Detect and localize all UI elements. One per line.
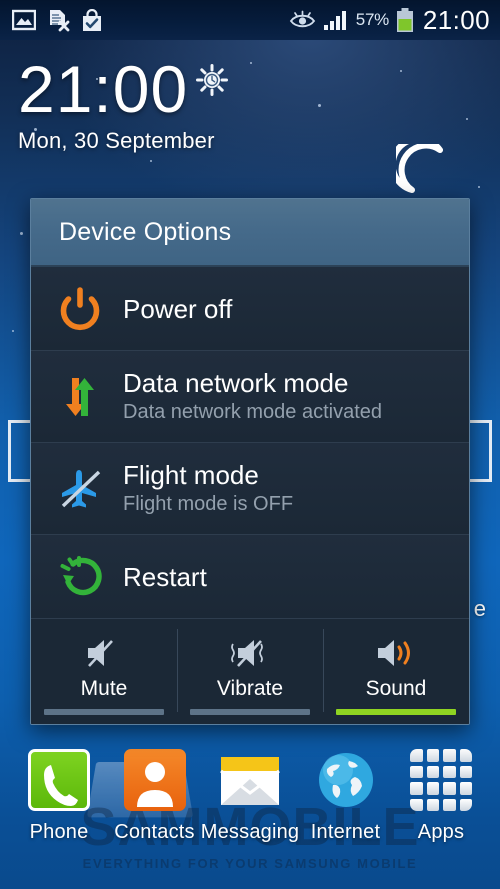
- status-bar-system-icons: 57% 21:00: [289, 5, 500, 36]
- sound-mode-vibrate[interactable]: Vibrate: [177, 619, 323, 724]
- option-title: Restart: [123, 561, 207, 592]
- option-icon-wrap: [59, 555, 121, 599]
- dock-label: Messaging: [200, 821, 300, 843]
- signal-bars-icon: [323, 10, 346, 30]
- star-decoration: [318, 104, 321, 107]
- sun-icon: [196, 64, 229, 96]
- mode-label: Mute: [80, 677, 128, 700]
- home-dock: Phone Contacts Messaging Internet Apps: [0, 741, 500, 889]
- apps-grid-icon: [410, 749, 472, 811]
- play-store-update-icon: [83, 8, 101, 31]
- dock-item-internet[interactable]: Internet: [301, 749, 391, 844]
- option-power-off[interactable]: Power off: [31, 267, 469, 351]
- status-bar[interactable]: 57% 21:00: [0, 0, 500, 40]
- mode-icon-wrap: [84, 633, 124, 673]
- smart-stay-eye-icon: [289, 10, 315, 28]
- gallery-icon: [12, 9, 36, 31]
- option-flight-mode[interactable]: Flight mode Flight mode is OFF: [31, 443, 469, 535]
- background-text-fragment: e: [473, 596, 486, 621]
- status-bar-notification-icons: [0, 8, 103, 32]
- dialog-body: Power off Data network mode Data network…: [31, 267, 469, 724]
- clock-widget-time: 21:00: [18, 52, 189, 126]
- clock-widget-time-row: 21:00: [18, 52, 229, 126]
- restart-icon: [60, 555, 102, 595]
- dock-label: Phone: [29, 821, 89, 843]
- dialog-title: Device Options: [59, 217, 232, 246]
- dock-label: Internet: [310, 821, 381, 843]
- phone-screen: 57% 21:00 21:00 Mon, 30 September e Devi…: [0, 0, 500, 889]
- option-text: Power off: [121, 294, 232, 324]
- sound-mode-sound[interactable]: Sound: [323, 619, 469, 724]
- dock-item-contacts[interactable]: Contacts: [110, 749, 200, 844]
- mode-indicator-bar: [44, 709, 164, 715]
- clock-widget-date: Mon, 30 September: [18, 128, 215, 153]
- option-restart[interactable]: Restart: [31, 535, 469, 619]
- option-text: Flight mode Flight mode is OFF: [121, 460, 293, 517]
- speaker-mute-icon: [88, 640, 113, 667]
- battery-percent-label: 57%: [355, 10, 389, 29]
- mode-label: Vibrate: [216, 677, 284, 700]
- sound-mode-tabs: Mute Vibrate Sound: [31, 619, 469, 724]
- phone-handset-icon: [28, 749, 90, 811]
- battery-icon: [396, 8, 413, 32]
- envelope-icon: [219, 749, 281, 811]
- dock-item-messaging[interactable]: Messaging: [201, 749, 299, 844]
- speaker-vibrate-icon: [231, 640, 263, 667]
- option-subtitle: Flight mode is OFF: [123, 493, 294, 515]
- dock-item-phone[interactable]: Phone: [14, 749, 104, 844]
- mode-indicator-bar: [336, 709, 456, 715]
- power-icon: [60, 286, 100, 330]
- globe-icon: [315, 749, 377, 811]
- option-data-network-mode[interactable]: Data network mode Data network mode acti…: [31, 351, 469, 443]
- contacts-person-icon: [123, 749, 186, 811]
- option-title: Data network mode: [123, 368, 349, 398]
- option-title: Power off: [123, 293, 233, 324]
- dock-label: Apps: [417, 821, 465, 843]
- dock-item-apps[interactable]: Apps: [396, 749, 486, 844]
- document-removed-icon: [50, 9, 70, 31]
- sound-mode-mute[interactable]: Mute: [31, 619, 177, 724]
- option-text: Restart: [121, 562, 207, 592]
- speaker-sound-icon: [378, 640, 410, 666]
- status-bar-clock: 21:00: [422, 4, 490, 35]
- option-title: Flight mode: [123, 460, 259, 490]
- clock-widget[interactable]: 21:00 Mon, 30 September: [18, 52, 229, 154]
- dock-label: Contacts: [114, 821, 195, 843]
- option-text: Data network mode Data network mode acti…: [121, 368, 382, 425]
- option-icon-wrap: [59, 466, 121, 512]
- mode-label: Sound: [365, 677, 427, 700]
- option-icon-wrap: [59, 286, 121, 331]
- mode-indicator-bar: [190, 709, 310, 715]
- device-options-dialog: Device Options Power off Data network mo…: [30, 198, 470, 725]
- crescent-moon-icon: [396, 144, 443, 193]
- star-decoration: [250, 62, 252, 64]
- mode-icon-wrap: [374, 633, 418, 673]
- option-subtitle: Data network mode activated: [123, 401, 383, 423]
- star-decoration: [466, 118, 468, 120]
- data-transfer-arrows-icon: [66, 377, 94, 416]
- dialog-header: Device Options: [31, 199, 469, 267]
- star-decoration: [400, 70, 402, 72]
- star-decoration: [150, 160, 152, 162]
- star-decoration: [20, 232, 23, 235]
- star-decoration: [478, 186, 480, 188]
- dock-items-row: Phone Contacts Messaging Internet Apps: [0, 741, 500, 844]
- mode-icon-wrap: [228, 633, 272, 673]
- option-icon-wrap: [59, 374, 121, 420]
- airplane-off-icon: [61, 469, 101, 507]
- star-decoration: [12, 330, 14, 332]
